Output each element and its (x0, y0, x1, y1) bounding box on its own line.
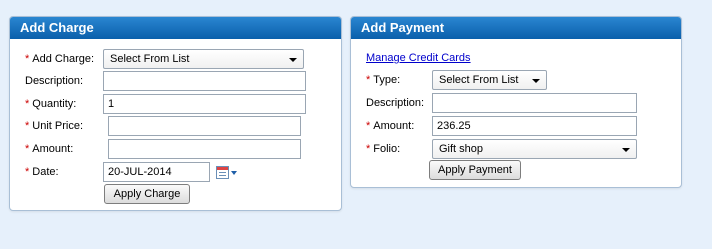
unit-price-input[interactable] (108, 116, 301, 136)
payment-amount-input[interactable] (432, 116, 637, 136)
required-marker: * (366, 120, 371, 132)
charge-amount-label-text: Amount: (32, 143, 74, 155)
required-marker: * (25, 120, 30, 132)
add-payment-title: Add Payment (351, 17, 681, 39)
required-marker: * (25, 53, 30, 65)
charge-amount-input[interactable] (108, 139, 301, 159)
folio-select-value: Gift shop (439, 143, 484, 155)
payment-amount-label-text: Amount: (373, 120, 415, 132)
add-charge-label-text: Add Charge: (32, 53, 95, 65)
required-marker: * (366, 143, 371, 155)
folio-label: * Folio: (366, 143, 400, 155)
add-charge-title: Add Charge (10, 17, 341, 39)
apply-charge-button[interactable]: Apply Charge (104, 184, 190, 204)
required-marker: * (366, 74, 371, 86)
date-input[interactable] (103, 162, 210, 182)
chevron-down-icon (622, 148, 630, 152)
payment-description-input[interactable] (432, 93, 637, 113)
unit-price-label-text: Unit Price: (32, 120, 84, 132)
add-charge-label: * Add Charge: (25, 53, 94, 65)
payment-type-select-value: Select From List (439, 74, 519, 86)
payment-type-label-text: Type: (373, 74, 401, 86)
quantity-input[interactable] (103, 94, 306, 114)
folio-label-text: Folio: (373, 143, 401, 155)
add-charge-select-value: Select From List (110, 53, 190, 65)
calendar-icon[interactable] (216, 166, 229, 179)
quantity-label: * Quantity: (25, 98, 76, 110)
payment-type-select[interactable]: Select From List (432, 70, 547, 90)
payment-type-label: * Type: (366, 74, 400, 86)
add-charge-panel: Add Charge * Add Charge: Select From List… (9, 16, 342, 211)
date-label-text: Date: (32, 166, 59, 178)
chevron-down-icon[interactable] (231, 171, 237, 175)
chevron-down-icon (532, 79, 540, 83)
required-marker: * (25, 143, 30, 155)
date-label: * Date: (25, 166, 59, 178)
payment-description-label: Description: (366, 97, 425, 109)
payment-amount-label: * Amount: (366, 120, 414, 132)
apply-payment-button[interactable]: Apply Payment (429, 160, 521, 180)
charge-amount-label: * Amount: (25, 143, 73, 155)
folio-select[interactable]: Gift shop (432, 139, 637, 159)
charge-description-label: Description: (25, 75, 84, 87)
required-marker: * (25, 166, 30, 178)
add-charge-select[interactable]: Select From List (103, 49, 304, 69)
add-payment-panel: Add Payment Manage Credit Cards * Type: S… (350, 16, 682, 188)
charge-description-input[interactable] (103, 71, 306, 91)
unit-price-label: * Unit Price: (25, 120, 83, 132)
chevron-down-icon (289, 58, 297, 62)
quantity-label-text: Quantity: (32, 98, 77, 110)
required-marker: * (25, 98, 30, 110)
manage-credit-cards-link[interactable]: Manage Credit Cards (366, 52, 471, 64)
